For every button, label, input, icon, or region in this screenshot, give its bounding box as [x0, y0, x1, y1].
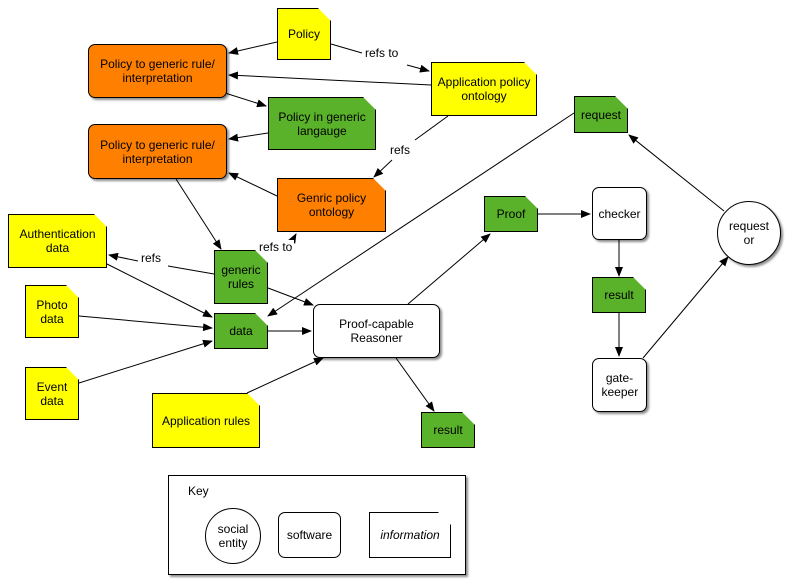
node-photo-data[interactable]: Photo data: [25, 285, 79, 338]
node-label: Authentication data: [19, 227, 96, 255]
edge-label-refs: refs: [388, 143, 413, 157]
node-label: Policy in generic langauge: [278, 109, 366, 138]
node-checker[interactable]: checker: [592, 187, 647, 240]
edge-app-ontology-refs-genric: [414, 115, 449, 141]
node-proof[interactable]: Proof: [484, 196, 538, 232]
edge-policy-to-interp1: [228, 41, 278, 55]
edge-app-ontology-to-interp1: [228, 71, 432, 86]
edge-reasoner-to-result: [395, 357, 435, 412]
node-result-bottom[interactable]: result: [421, 412, 475, 448]
node-request[interactable]: request: [574, 96, 628, 133]
key-label: social entity: [217, 522, 249, 550]
key-social-entity: social entity: [205, 508, 261, 564]
node-gatekeeper[interactable]: gate- keeper: [592, 358, 647, 412]
edge-photo-to-data: [78, 315, 213, 332]
node-proof-capable-reasoner[interactable]: Proof-capable Reasoner: [313, 304, 440, 358]
node-label: generic rules: [221, 263, 261, 291]
edge-interp2-to-generic-rules: [175, 178, 222, 250]
edge-auth-to-data: [106, 263, 213, 318]
node-label: Photo data: [36, 297, 68, 326]
node-label: Policy to generic rule/ interpretation: [100, 57, 215, 85]
edge-policy-generic-to-interp2: [228, 132, 269, 142]
node-label: Policy: [287, 27, 320, 41]
edge-gatekeeper-to-requestor: [642, 256, 729, 359]
key-label: information: [380, 528, 440, 542]
node-policy-to-generic-rule-2[interactable]: Policy to generic rule/ interpretation: [88, 124, 227, 179]
node-result-right[interactable]: result: [592, 277, 646, 313]
node-label: data: [229, 324, 253, 338]
node-event-data[interactable]: Event data: [25, 367, 79, 420]
key-legend: Key social entity software information: [168, 475, 466, 575]
node-policy-in-generic-language[interactable]: Policy in generic langauge: [268, 97, 376, 150]
edge-reasoner-to-proof: [407, 233, 491, 305]
key-title: Key: [188, 484, 209, 498]
key-software: software: [278, 512, 341, 558]
node-requestor[interactable]: request or: [717, 201, 781, 265]
node-label: result: [433, 423, 463, 437]
node-generic-rules[interactable]: generic rules: [214, 250, 268, 304]
node-label: Policy to generic rule/ interpretation: [100, 137, 215, 166]
node-label: Application policy ontology: [437, 75, 531, 103]
node-label: checker: [598, 206, 641, 221]
node-label: Proof: [496, 207, 526, 221]
node-label: Event data: [36, 379, 68, 408]
node-authentication-data[interactable]: Authentication data: [8, 214, 107, 268]
edge-policy-refs-app-ontology-b: [406, 64, 430, 73]
edge-policy-refs-app-ontology: [330, 43, 363, 54]
key-label: software: [286, 528, 333, 542]
edge-label-refs-to: refs to: [363, 46, 401, 60]
node-application-policy-ontology[interactable]: Application policy ontology: [431, 62, 537, 116]
edge-generic-rules-refs-auth: [167, 265, 215, 275]
node-genric-policy-ontology[interactable]: Genric policy ontology: [277, 178, 386, 232]
node-label: request or: [728, 219, 770, 247]
node-label: Genric policy ontology: [296, 191, 367, 219]
edge-genric-to-interp2: [228, 172, 278, 197]
edge-label-refs-to: refs to: [257, 240, 295, 254]
edge-app-rules-to-reasoner: [246, 357, 324, 394]
node-label: request: [580, 107, 622, 122]
key-information: information: [369, 512, 451, 558]
node-label: gate- keeper: [601, 371, 639, 399]
node-policy[interactable]: Policy: [277, 8, 331, 60]
node-data[interactable]: data: [214, 313, 268, 349]
edge-generic-rules-refs-auth-b: [108, 252, 139, 262]
edge-label-refs: refs: [139, 251, 164, 265]
node-label: Proof-capable Reasoner: [339, 317, 414, 345]
node-label: Application rules: [161, 413, 251, 428]
edge-app-ontology-refs-genric-b: [373, 159, 393, 178]
node-policy-to-generic-rule-1[interactable]: Policy to generic rule/ interpretation: [88, 44, 227, 98]
edge-event-to-data: [78, 339, 213, 384]
node-label: result: [604, 288, 634, 302]
node-application-rules[interactable]: Application rules: [152, 393, 260, 448]
edge-interp1-to-policy-generic: [224, 92, 267, 108]
